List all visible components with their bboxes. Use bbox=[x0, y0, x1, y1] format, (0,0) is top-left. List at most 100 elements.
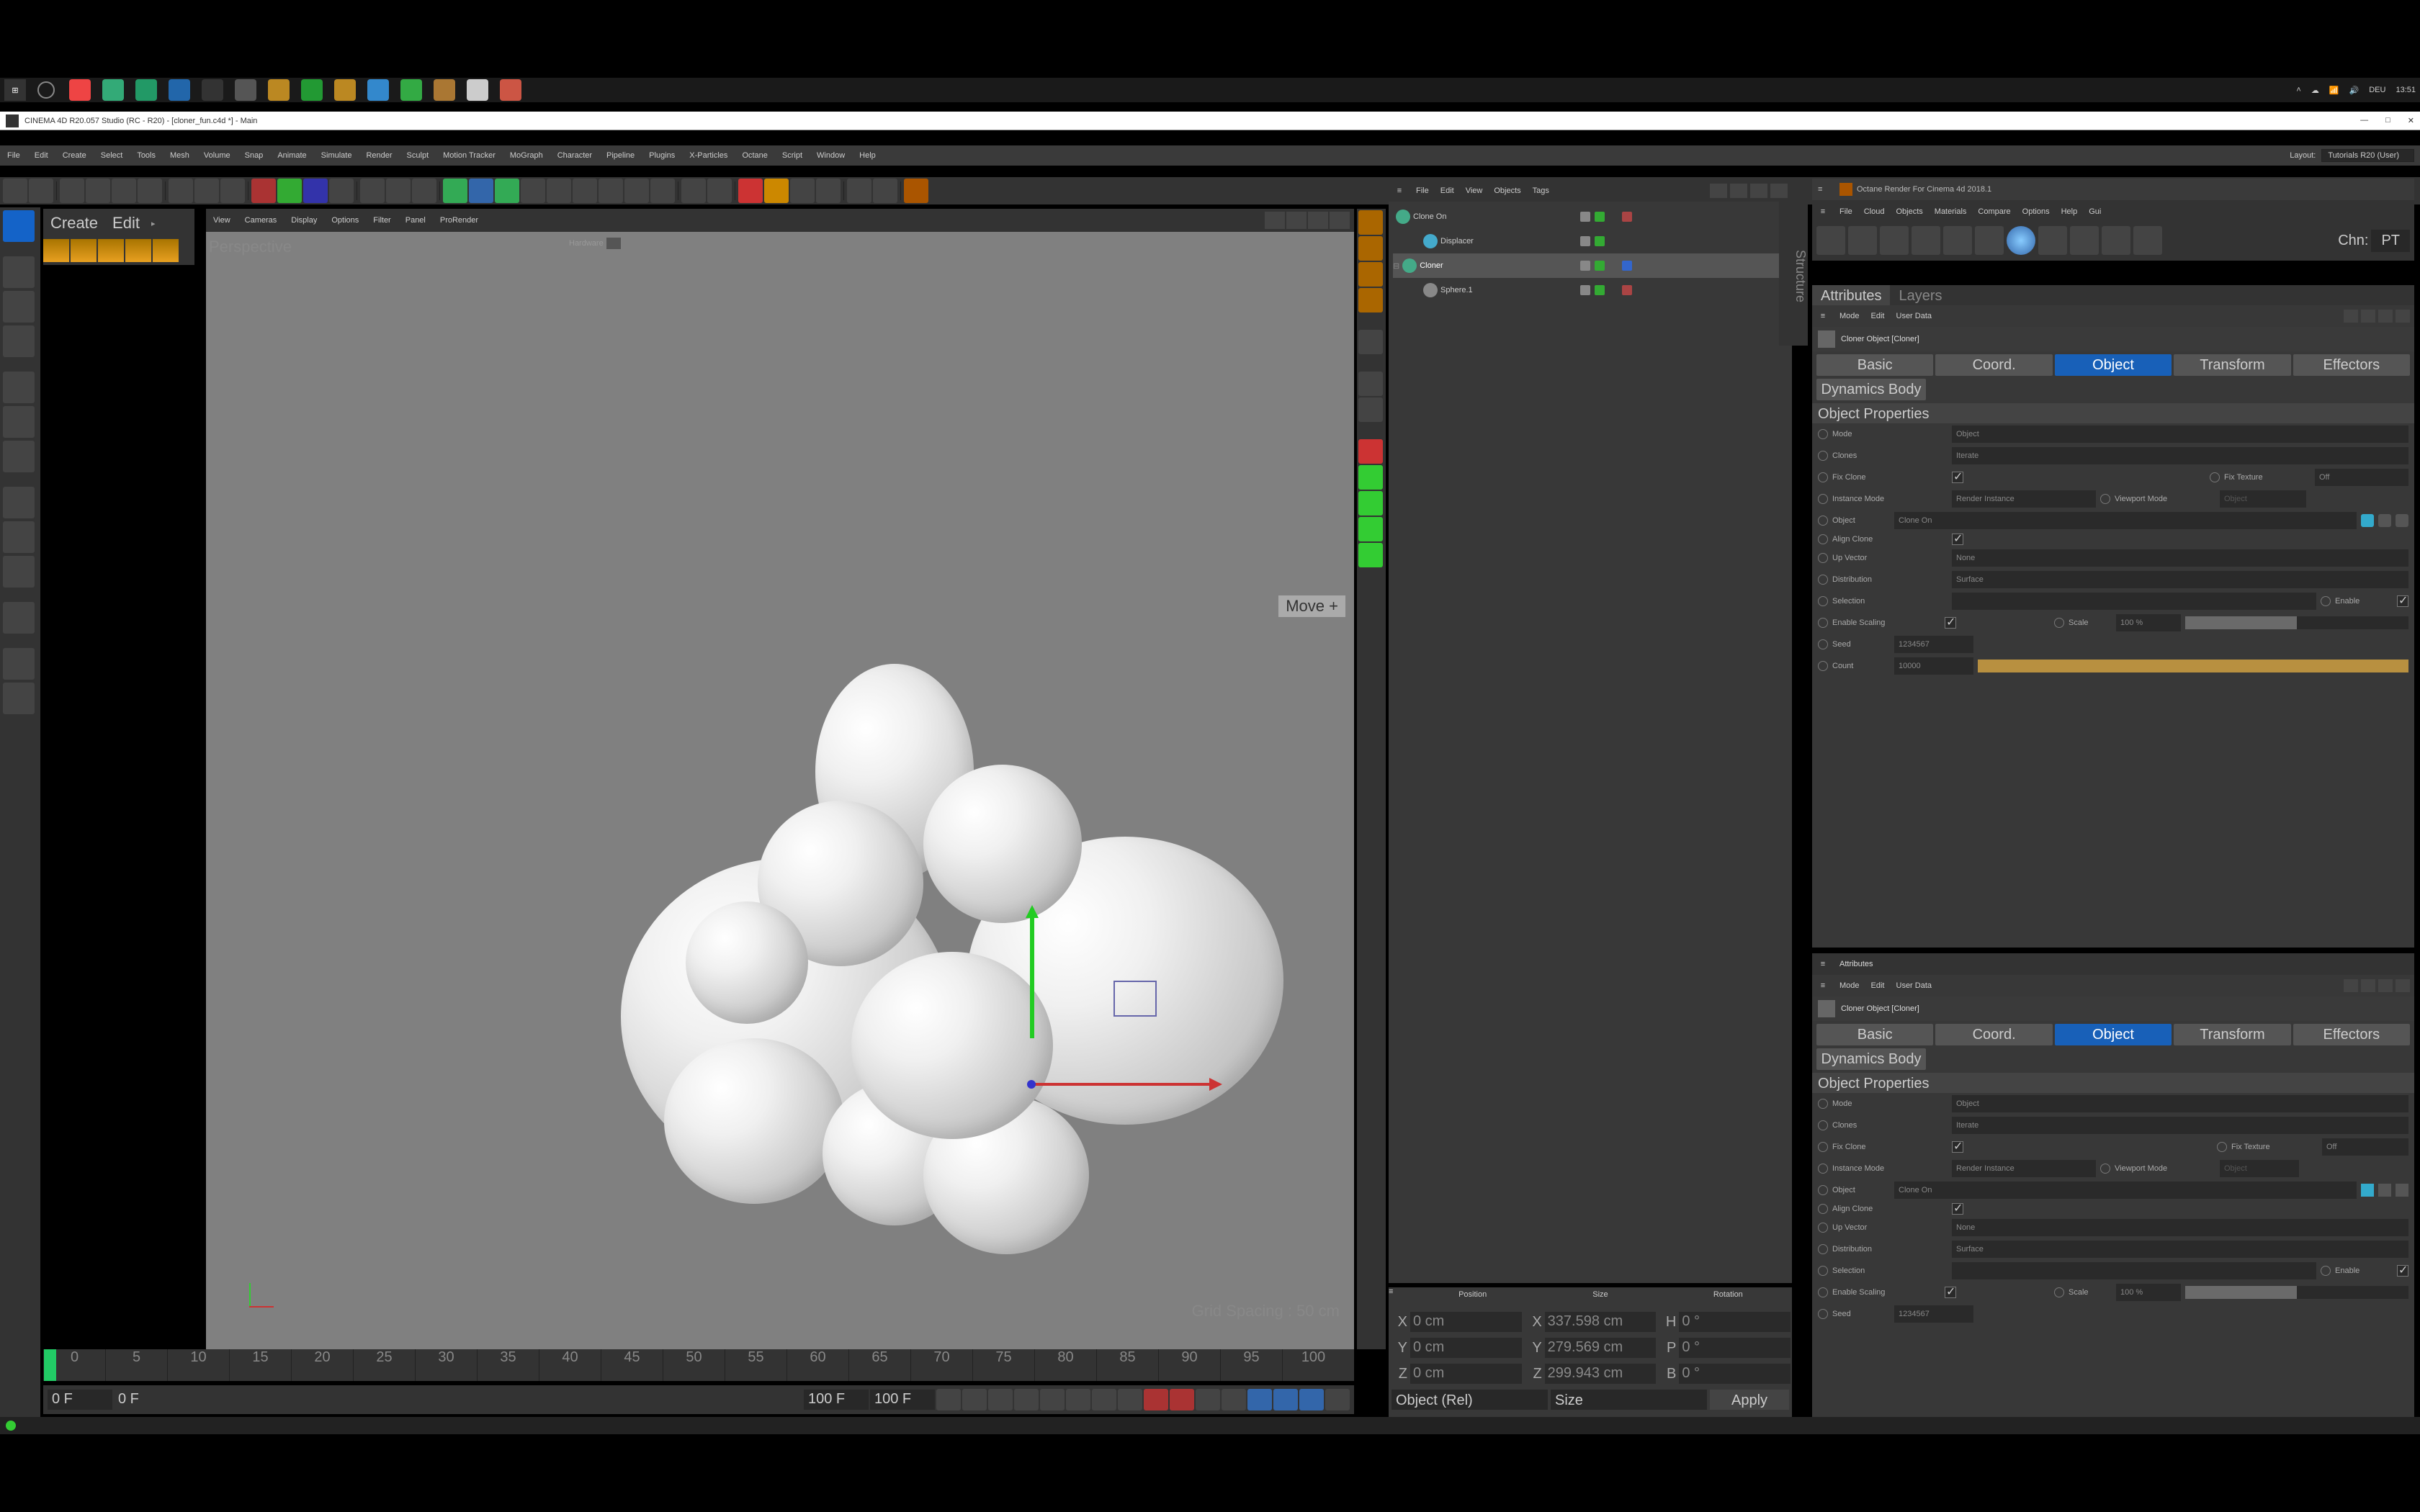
rot-h-input[interactable]: 0 ° bbox=[1679, 1312, 1791, 1332]
tree-row[interactable]: Displacer bbox=[1393, 229, 1788, 253]
viewport-3d[interactable]: Move + Grid Spacing : 50 cm bbox=[206, 232, 1354, 1349]
side-tool[interactable] bbox=[1358, 330, 1383, 354]
menu-item[interactable]: File bbox=[0, 150, 27, 161]
axis-y-icon[interactable] bbox=[277, 179, 302, 203]
attr-subtab[interactable]: Effectors bbox=[2293, 1024, 2410, 1045]
oct-sphere-icon[interactable] bbox=[2007, 226, 2035, 255]
windows-taskbar[interactable]: ⊞ ˄ ☁ 📶 🔊 DEU 13:51 bbox=[0, 78, 2420, 102]
vp-menu-item[interactable]: Cameras bbox=[238, 215, 284, 226]
volume-icon[interactable]: 🔊 bbox=[2349, 86, 2360, 95]
app-icon[interactable] bbox=[135, 79, 157, 101]
clones-select[interactable]: Iterate bbox=[1952, 447, 2408, 464]
rot-b-input[interactable]: 0 ° bbox=[1679, 1364, 1791, 1384]
oct-refresh-icon[interactable] bbox=[1816, 226, 1845, 255]
menu-item[interactable]: X-Particles bbox=[682, 150, 735, 161]
panel-menu-icon[interactable]: ≡ bbox=[1812, 960, 1834, 968]
edge-mode[interactable] bbox=[3, 406, 35, 438]
generator-button[interactable] bbox=[495, 179, 519, 203]
vp-menu-item[interactable]: Options bbox=[324, 215, 366, 226]
tool-button[interactable] bbox=[624, 179, 649, 203]
app-icon[interactable] bbox=[334, 79, 356, 101]
tool-button[interactable] bbox=[873, 179, 897, 203]
scaling-checkbox[interactable] bbox=[1945, 1287, 1956, 1298]
side-tool[interactable] bbox=[1358, 439, 1383, 464]
tool-button[interactable] bbox=[707, 179, 732, 203]
scale-tool[interactable] bbox=[112, 179, 136, 203]
distribution-select[interactable]: Surface bbox=[1952, 571, 2408, 588]
app-icon[interactable] bbox=[500, 79, 521, 101]
render-button[interactable] bbox=[360, 179, 385, 203]
key-icon[interactable] bbox=[1196, 1389, 1220, 1410]
vpmode-select[interactable]: Object bbox=[2220, 490, 2306, 508]
app-icon[interactable] bbox=[301, 79, 323, 101]
side-tool[interactable] bbox=[1358, 262, 1383, 287]
object-link[interactable]: Clone On bbox=[1894, 1182, 2357, 1199]
vp-zoom-icon[interactable] bbox=[1286, 212, 1307, 229]
tool-button[interactable] bbox=[329, 179, 354, 203]
tool-button[interactable] bbox=[650, 179, 675, 203]
vp-pan-icon[interactable] bbox=[1265, 212, 1285, 229]
app-icon[interactable] bbox=[268, 79, 290, 101]
nav-icon[interactable] bbox=[2361, 979, 2375, 992]
oct-tool[interactable] bbox=[1848, 226, 1877, 255]
cloud-icon[interactable]: ☁ bbox=[2311, 86, 2319, 95]
menu-item[interactable]: Render bbox=[359, 150, 399, 161]
oct-tool[interactable] bbox=[2070, 226, 2099, 255]
rot-p-input[interactable]: 0 ° bbox=[1679, 1338, 1791, 1358]
pos-y-input[interactable]: 0 cm bbox=[1410, 1338, 1522, 1358]
panel-menu-icon[interactable]: ≡ bbox=[1812, 207, 1834, 216]
scale-slider[interactable] bbox=[2185, 616, 2408, 629]
rotate-tool[interactable] bbox=[138, 179, 162, 203]
size-y-input[interactable]: 279.569 cm bbox=[1545, 1338, 1657, 1358]
side-tool[interactable] bbox=[1358, 397, 1383, 422]
menu-item[interactable]: Sculpt bbox=[400, 150, 436, 161]
oct-menu-item[interactable]: Cloud bbox=[1858, 206, 1891, 217]
workplane-mode[interactable] bbox=[3, 325, 35, 357]
attr-subtab[interactable]: Object bbox=[2055, 1024, 2172, 1045]
locked-workplane[interactable] bbox=[3, 602, 35, 634]
tool-button[interactable] bbox=[194, 179, 219, 203]
mode-select[interactable]: Object bbox=[1952, 426, 2408, 443]
tool-button[interactable] bbox=[847, 179, 871, 203]
vp-menu-item[interactable]: View bbox=[206, 215, 238, 226]
oct-tool[interactable] bbox=[2133, 226, 2162, 255]
next-frame-icon[interactable] bbox=[1066, 1389, 1090, 1410]
side-tool[interactable] bbox=[1358, 372, 1383, 396]
scale-input[interactable]: 100 % bbox=[2116, 1284, 2181, 1301]
object-tree[interactable]: Clone On Displacer ⊟Cloner Sphere.1 bbox=[1389, 202, 1792, 305]
size-z-input[interactable]: 299.943 cm bbox=[1545, 1364, 1657, 1384]
menu-item[interactable]: Script bbox=[775, 150, 810, 161]
tool-button[interactable] bbox=[764, 179, 789, 203]
panel-menu-icon[interactable]: ≡ bbox=[1818, 185, 1839, 194]
oct-menu-item[interactable]: Objects bbox=[1890, 206, 1928, 217]
close-button[interactable]: ✕ bbox=[2408, 116, 2414, 125]
app-icon[interactable] bbox=[467, 79, 488, 101]
object-link[interactable]: Clone On bbox=[1894, 512, 2357, 529]
oct-menu-item[interactable]: Help bbox=[2056, 206, 2084, 217]
nav-back-icon[interactable] bbox=[2344, 310, 2358, 323]
attr-menu-item[interactable]: Edit bbox=[1865, 980, 1891, 991]
side-tool[interactable] bbox=[1358, 491, 1383, 516]
upvector-select[interactable]: None bbox=[1952, 549, 2408, 567]
select-tool[interactable] bbox=[60, 179, 84, 203]
mode-icon[interactable] bbox=[71, 239, 97, 262]
fixclone-checkbox[interactable] bbox=[1952, 472, 1963, 483]
menu-item[interactable]: Tools bbox=[130, 150, 163, 161]
channel-select[interactable]: PT bbox=[2371, 230, 2410, 252]
menu-item[interactable]: Simulate bbox=[314, 150, 359, 161]
polygon-mode[interactable] bbox=[3, 441, 35, 472]
menu-item[interactable]: Motion Tracker bbox=[436, 150, 503, 161]
om-tool-icon[interactable] bbox=[1750, 184, 1767, 198]
menu-item[interactable]: Snap bbox=[238, 150, 271, 161]
snap-toggle[interactable] bbox=[3, 556, 35, 588]
prev-frame-icon[interactable] bbox=[988, 1389, 1013, 1410]
menu-item[interactable]: Help bbox=[852, 150, 883, 161]
attr-subtab[interactable]: Dynamics Body bbox=[1816, 1048, 1926, 1070]
om-menu-item[interactable]: File bbox=[1410, 185, 1435, 197]
enable-checkbox[interactable] bbox=[2397, 595, 2408, 607]
panel-menu-icon[interactable]: ≡ bbox=[1389, 186, 1410, 195]
attr-menu-item[interactable]: Mode bbox=[1834, 980, 1865, 991]
tool-button[interactable] bbox=[904, 179, 928, 203]
autokey-icon[interactable] bbox=[1170, 1389, 1194, 1410]
oct-tool[interactable] bbox=[2038, 226, 2067, 255]
